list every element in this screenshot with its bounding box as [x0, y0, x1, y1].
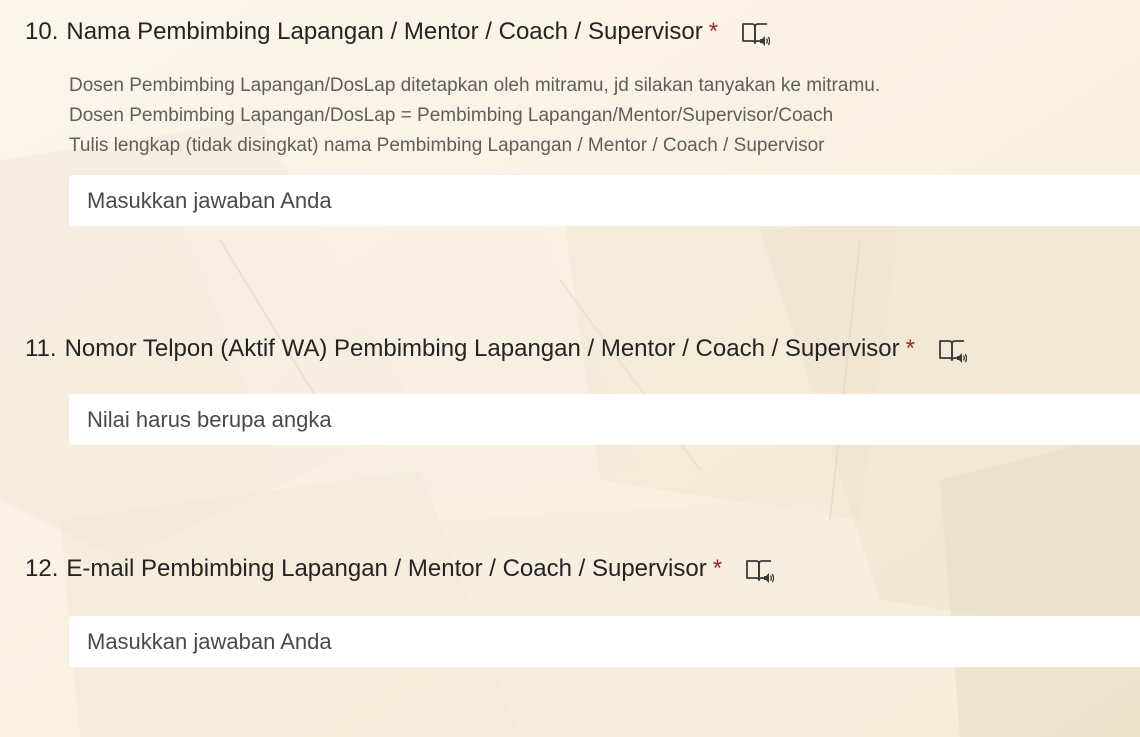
subtitle-line: Dosen Pembimbing Lapangan/DosLap = Pembi…	[69, 105, 834, 126]
subtitle-line: Dosen Pembimbing Lapangan/DosLap ditetap…	[69, 75, 881, 96]
question-11: 11. Nomor Telpon (Aktif WA) Pembimbing L…	[0, 332, 1140, 452]
immersive-reader-icon[interactable]	[744, 556, 775, 586]
required-asterisk: *	[905, 335, 915, 362]
question-title-row: 10. Nama Pembimbing Lapangan / Mentor / …	[25, 15, 771, 49]
question-title-row: 12. E-mail Pembimbing Lapangan / Mentor …	[25, 552, 775, 586]
answer-input-name[interactable]	[69, 175, 1140, 226]
answer-input-email[interactable]	[69, 616, 1140, 667]
question-title: E-mail Pembimbing Lapangan / Mentor / Co…	[66, 555, 707, 582]
question-12: 12. E-mail Pembimbing Lapangan / Mentor …	[0, 552, 1140, 672]
immersive-reader-icon[interactable]	[740, 19, 771, 49]
answer-input-phone[interactable]	[69, 394, 1140, 445]
question-number: 11.	[25, 335, 57, 362]
question-number: 10.	[25, 18, 59, 45]
immersive-reader-icon[interactable]	[937, 336, 967, 366]
question-subtitle: Dosen Pembimbing Lapangan/DosLap ditetap…	[69, 71, 880, 161]
question-title: Nomor Telpon (Aktif WA) Pembimbing Lapan…	[64, 335, 900, 362]
question-number: 12.	[25, 555, 59, 582]
question-title: Nama Pembimbing Lapangan / Mentor / Coac…	[66, 18, 703, 45]
required-asterisk: *	[708, 18, 719, 45]
question-title-row: 11. Nomor Telpon (Aktif WA) Pembimbing L…	[25, 332, 967, 366]
subtitle-line: Tulis lengkap (tidak disingkat) nama Pem…	[69, 135, 825, 156]
question-10: 10. Nama Pembimbing Lapangan / Mentor / …	[0, 15, 1140, 230]
required-asterisk: *	[712, 555, 723, 582]
